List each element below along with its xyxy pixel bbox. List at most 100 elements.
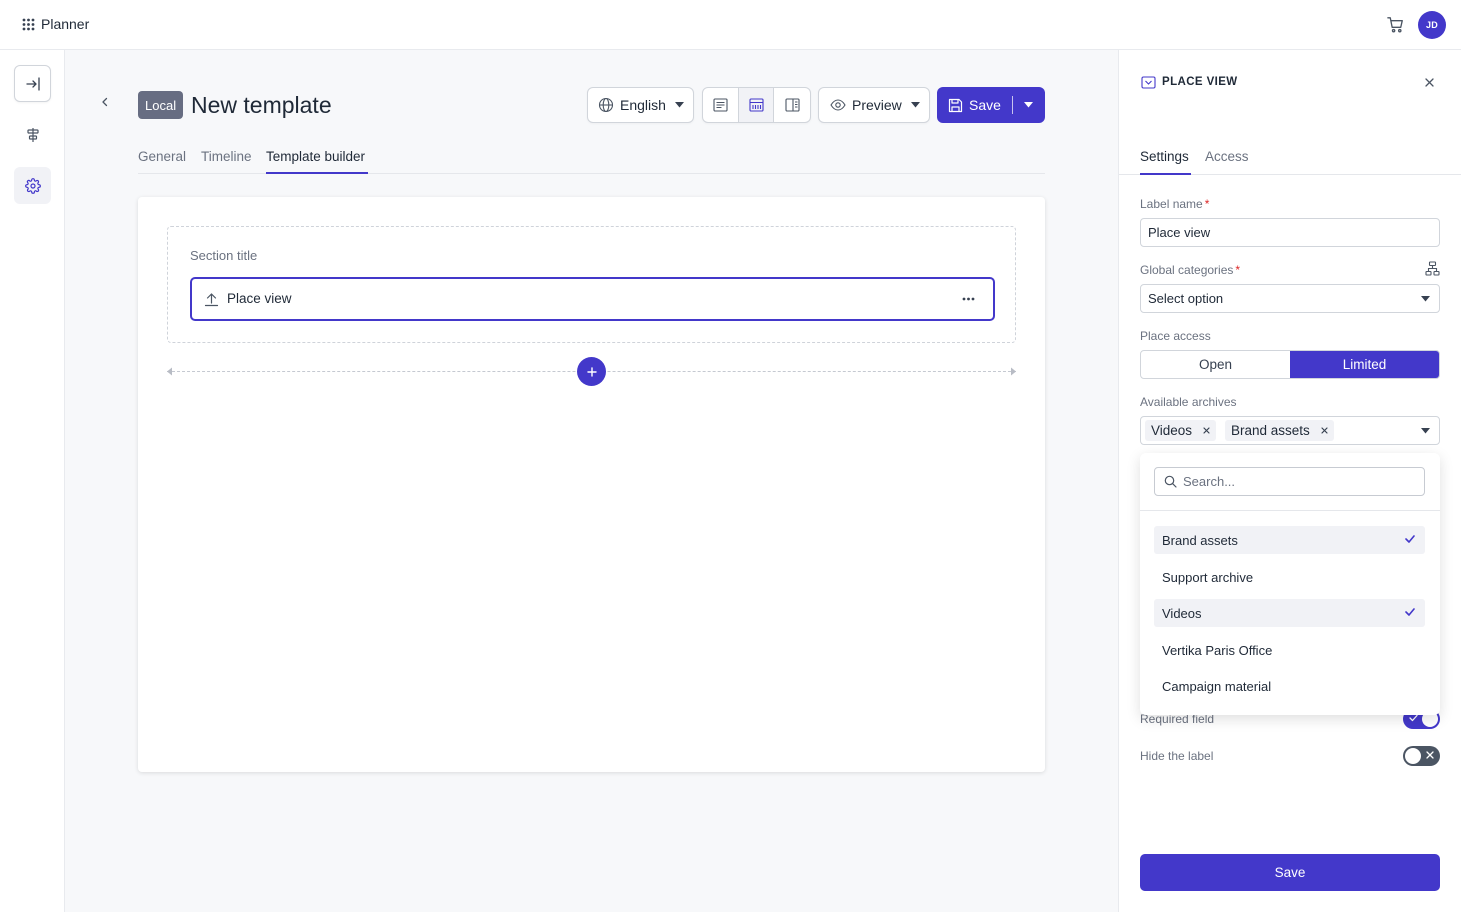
section-title[interactable]: Section title [190, 248, 257, 263]
panel-tabs: Settings Access [1119, 147, 1461, 175]
caret-down-icon [674, 102, 684, 108]
more-horizontal-icon[interactable] [962, 297, 975, 301]
upload-icon [204, 293, 219, 307]
place-access-open[interactable]: Open [1141, 351, 1290, 378]
layout-align-button[interactable] [14, 116, 51, 153]
close-icon [1426, 751, 1434, 759]
add-section-button[interactable] [577, 357, 606, 386]
list-layout-icon [713, 98, 728, 112]
top-bar: Planner JD [0, 0, 1461, 50]
panel-title: PLACE VIEW [1162, 76, 1238, 88]
archive-option[interactable]: Support archive [1154, 563, 1425, 591]
caret-down-icon [1023, 102, 1033, 108]
arrow-left-icon [167, 367, 172, 376]
check-icon [1405, 608, 1415, 616]
global-categories-text: Global categories [1140, 263, 1234, 277]
required-mark: * [1235, 263, 1241, 277]
field-label: Place view [227, 291, 292, 306]
grid-layout-icon [748, 98, 764, 112]
label-name-input[interactable]: Place view [1140, 218, 1440, 247]
settings-button[interactable] [14, 167, 51, 204]
tab-settings[interactable]: Settings [1140, 149, 1191, 175]
align-center-icon [26, 127, 39, 142]
available-archives-select[interactable]: Videos Brand assets [1140, 416, 1440, 445]
preview-button[interactable]: Preview [818, 87, 930, 123]
caret-down-icon [1421, 296, 1430, 302]
chip-label: Brand assets [1231, 423, 1310, 438]
remove-chip-button[interactable] [1203, 427, 1210, 434]
label-name-text: Label name [1140, 197, 1203, 211]
arrow-right-to-line-icon [25, 76, 40, 91]
properties-panel: PLACE VIEW Settings Access Label name * P… [1118, 50, 1461, 912]
eye-icon [830, 99, 846, 111]
view-mode-group [702, 87, 811, 123]
main-content: Local New template English Preview Save … [65, 50, 1118, 912]
remove-chip-button[interactable] [1321, 427, 1328, 434]
app-name: Planner [41, 16, 90, 32]
preview-label: Preview [852, 97, 902, 113]
place-access-limited[interactable]: Limited [1290, 351, 1439, 378]
save-split-button: Save [937, 87, 1045, 123]
field-place-view[interactable]: Place view [190, 277, 995, 321]
option-label: Campaign material [1162, 678, 1272, 694]
tab-general[interactable]: General [138, 149, 186, 174]
global-categories-label: Global categories * [1140, 263, 1240, 277]
gear-icon [24, 177, 41, 194]
chip-label: Videos [1151, 423, 1193, 438]
builder-canvas: Section title Place view [138, 197, 1045, 772]
archive-option[interactable]: Brand assets [1154, 526, 1425, 554]
archive-option[interactable]: Videos [1154, 599, 1425, 627]
close-icon [1321, 427, 1328, 434]
user-avatar[interactable]: JD [1418, 11, 1446, 39]
check-icon [1405, 535, 1415, 543]
left-rail [0, 50, 65, 912]
plus-icon [586, 366, 597, 377]
back-chevron-icon[interactable] [99, 96, 111, 108]
required-mark: * [1204, 197, 1210, 211]
dropdown-divider [1140, 510, 1440, 511]
template-tabs: General Timeline Template builder [138, 142, 1045, 174]
available-archives-label: Available archives [1140, 395, 1237, 409]
language-select[interactable]: English [587, 87, 694, 123]
tab-access[interactable]: Access [1205, 149, 1249, 175]
global-categories-select[interactable]: Select option [1140, 284, 1440, 313]
hide-label-toggle[interactable] [1403, 746, 1440, 766]
language-label: English [620, 97, 666, 113]
check-icon [1409, 714, 1418, 722]
archives-dropdown: Search... Brand assets Support archive V… [1140, 453, 1440, 715]
split-layout-icon [785, 98, 800, 112]
tab-timeline[interactable]: Timeline [201, 149, 252, 174]
option-label: Brand assets [1162, 532, 1238, 548]
close-icon [1203, 427, 1210, 434]
hierarchy-icon[interactable] [1425, 261, 1440, 276]
view-mode-list-button[interactable] [703, 88, 739, 122]
panel-save-button[interactable]: Save [1140, 854, 1440, 891]
toggle-knob [1405, 748, 1421, 764]
place-access-toggle: Open Limited [1140, 350, 1440, 379]
global-categories-value: Select option [1148, 291, 1224, 306]
hide-label-label: Hide the label [1140, 749, 1214, 763]
globe-icon [598, 97, 614, 113]
label-name-label: Label name * [1140, 197, 1209, 211]
archive-option[interactable]: Campaign material [1154, 672, 1425, 700]
save-options-button[interactable] [1023, 102, 1033, 108]
search-placeholder: Search... [1183, 474, 1236, 489]
view-mode-split-button[interactable] [774, 88, 810, 122]
option-label: Support archive [1162, 569, 1254, 585]
save-button[interactable]: Save [937, 87, 1001, 123]
archive-option[interactable]: Vertika Paris Office [1154, 636, 1425, 664]
tab-template-builder[interactable]: Template builder [266, 149, 368, 174]
view-mode-grid-button[interactable] [738, 88, 775, 122]
cart-icon[interactable] [1386, 15, 1405, 34]
place-view-icon [1141, 76, 1156, 89]
expand-sidebar-button[interactable] [14, 65, 51, 102]
arrow-right-icon [1011, 367, 1016, 376]
apps-grid-icon[interactable] [22, 18, 35, 31]
place-access-label: Place access [1140, 329, 1211, 343]
option-label: Vertika Paris Office [1162, 642, 1273, 658]
archive-search-input[interactable]: Search... [1154, 467, 1425, 496]
section-block[interactable]: Section title Place view [167, 226, 1016, 343]
archive-chip: Videos [1145, 420, 1217, 441]
search-icon [1164, 475, 1177, 488]
close-icon[interactable] [1425, 78, 1434, 87]
